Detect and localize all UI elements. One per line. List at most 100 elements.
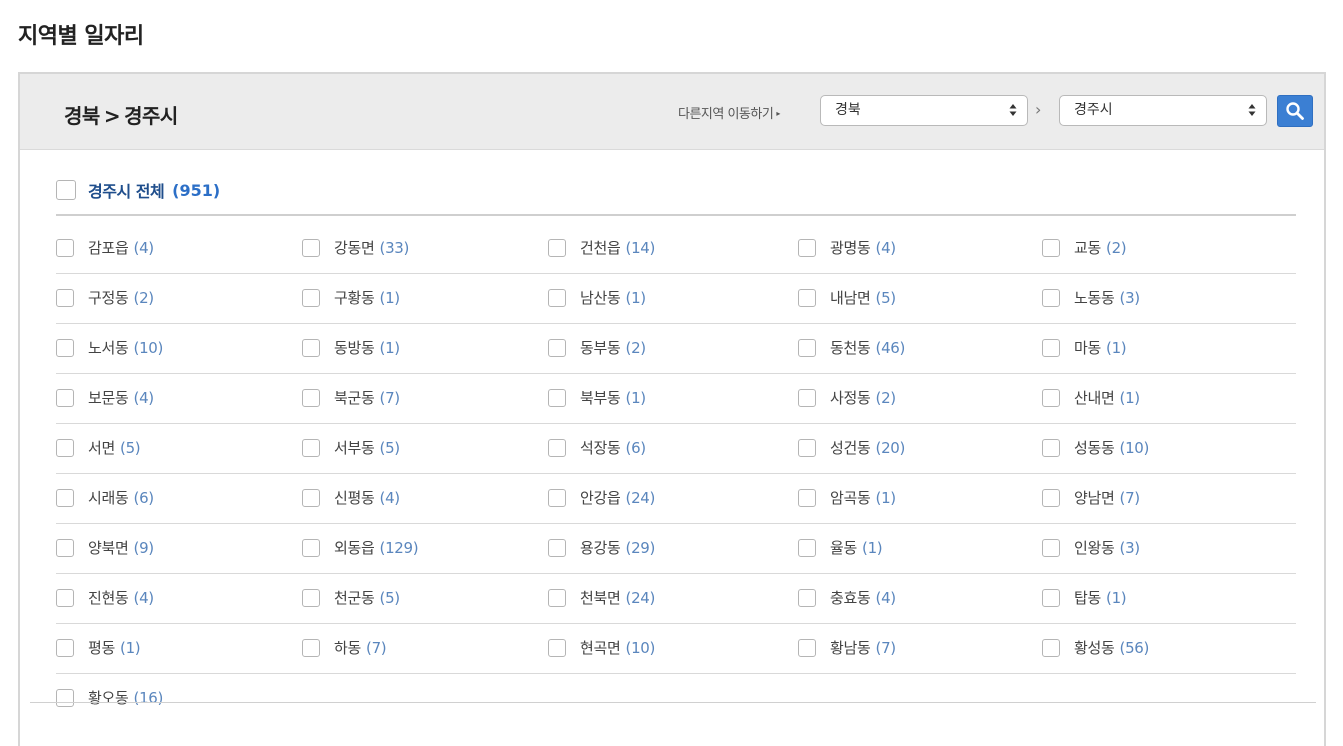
district-item[interactable]: 탑동 (1) bbox=[1042, 587, 1127, 608]
district-checkbox[interactable] bbox=[302, 488, 320, 507]
district-checkbox[interactable] bbox=[1042, 488, 1060, 507]
select-all-row[interactable]: 경주시 전체 (951) bbox=[56, 178, 220, 202]
district-item[interactable]: 시래동 (6) bbox=[56, 487, 154, 508]
district-checkbox[interactable] bbox=[302, 388, 320, 407]
district-item[interactable]: 천북면 (24) bbox=[548, 587, 655, 608]
district-checkbox[interactable] bbox=[798, 338, 816, 357]
district-item[interactable]: 진현동 (4) bbox=[56, 587, 154, 608]
district-checkbox[interactable] bbox=[56, 388, 74, 407]
district-checkbox[interactable] bbox=[1042, 388, 1060, 407]
district-checkbox[interactable] bbox=[798, 288, 816, 307]
district-item[interactable]: 평동 (1) bbox=[56, 637, 141, 658]
district-item[interactable]: 암곡동 (1) bbox=[798, 487, 896, 508]
district-checkbox[interactable] bbox=[302, 638, 320, 657]
district-item[interactable]: 구정동 (2) bbox=[56, 287, 154, 308]
district-item[interactable]: 현곡면 (10) bbox=[548, 637, 655, 658]
district-checkbox[interactable] bbox=[548, 488, 566, 507]
district-item[interactable]: 외동읍 (129) bbox=[302, 537, 419, 558]
district-checkbox[interactable] bbox=[56, 588, 74, 607]
district-item[interactable]: 황남동 (7) bbox=[798, 637, 896, 658]
district-checkbox[interactable] bbox=[56, 338, 74, 357]
district-item[interactable]: 용강동 (29) bbox=[548, 537, 655, 558]
district-item[interactable]: 충효동 (4) bbox=[798, 587, 896, 608]
district-checkbox[interactable] bbox=[1042, 638, 1060, 657]
district-checkbox[interactable] bbox=[798, 238, 816, 257]
district-checkbox[interactable] bbox=[302, 538, 320, 557]
district-item[interactable]: 성건동 (20) bbox=[798, 437, 905, 458]
district-checkbox[interactable] bbox=[56, 638, 74, 657]
search-button[interactable] bbox=[1277, 95, 1313, 127]
district-item[interactable]: 북군동 (7) bbox=[302, 387, 400, 408]
district-item[interactable]: 보문동 (4) bbox=[56, 387, 154, 408]
district-checkbox[interactable] bbox=[548, 388, 566, 407]
district-checkbox[interactable] bbox=[302, 438, 320, 457]
district-checkbox[interactable] bbox=[1042, 338, 1060, 357]
district-item[interactable]: 황성동 (56) bbox=[1042, 637, 1149, 658]
district-item[interactable]: 안강읍 (24) bbox=[548, 487, 655, 508]
district-checkbox[interactable] bbox=[798, 438, 816, 457]
district-checkbox[interactable] bbox=[798, 388, 816, 407]
district-item[interactable]: 산내면 (1) bbox=[1042, 387, 1140, 408]
city-select[interactable]: 경주시 bbox=[1059, 95, 1267, 126]
district-item[interactable]: 신평동 (4) bbox=[302, 487, 400, 508]
district-item[interactable]: 사정동 (2) bbox=[798, 387, 896, 408]
district-item[interactable]: 동부동 (2) bbox=[548, 337, 646, 358]
district-checkbox[interactable] bbox=[548, 438, 566, 457]
district-item[interactable]: 하동 (7) bbox=[302, 637, 387, 658]
district-item[interactable]: 노동동 (3) bbox=[1042, 287, 1140, 308]
district-item[interactable]: 동방동 (1) bbox=[302, 337, 400, 358]
district-item[interactable]: 동천동 (46) bbox=[798, 337, 905, 358]
district-checkbox[interactable] bbox=[798, 538, 816, 557]
district-item[interactable]: 천군동 (5) bbox=[302, 587, 400, 608]
district-checkbox[interactable] bbox=[798, 488, 816, 507]
district-checkbox[interactable] bbox=[798, 638, 816, 657]
province-select[interactable]: 경북 bbox=[820, 95, 1028, 126]
district-item[interactable]: 성동동 (10) bbox=[1042, 437, 1149, 458]
district-item[interactable]: 강동면 (33) bbox=[302, 237, 409, 258]
district-item[interactable]: 서면 (5) bbox=[56, 437, 141, 458]
district-checkbox[interactable] bbox=[56, 538, 74, 557]
district-checkbox[interactable] bbox=[302, 588, 320, 607]
district-item[interactable]: 노서동 (10) bbox=[56, 337, 163, 358]
district-item[interactable]: 남산동 (1) bbox=[548, 287, 646, 308]
district-item[interactable]: 북부동 (1) bbox=[548, 387, 646, 408]
district-checkbox[interactable] bbox=[302, 238, 320, 257]
district-item[interactable]: 율동 (1) bbox=[798, 537, 883, 558]
district-checkbox[interactable] bbox=[1042, 588, 1060, 607]
district-checkbox[interactable] bbox=[56, 488, 74, 507]
district-checkbox[interactable] bbox=[548, 288, 566, 307]
district-checkbox[interactable] bbox=[1042, 538, 1060, 557]
district-item[interactable]: 감포읍 (4) bbox=[56, 237, 154, 258]
district-item[interactable]: 건천읍 (14) bbox=[548, 237, 655, 258]
district-item[interactable]: 내남면 (5) bbox=[798, 287, 896, 308]
district-checkbox[interactable] bbox=[56, 688, 74, 707]
district-checkbox[interactable] bbox=[548, 238, 566, 257]
district-checkbox[interactable] bbox=[548, 588, 566, 607]
district-checkbox[interactable] bbox=[56, 438, 74, 457]
district-item[interactable]: 황오동 (16) bbox=[56, 687, 163, 708]
district-item[interactable]: 마동 (1) bbox=[1042, 337, 1127, 358]
district-checkbox[interactable] bbox=[548, 638, 566, 657]
district-item[interactable]: 교동 (2) bbox=[1042, 237, 1127, 258]
district-item[interactable]: 인왕동 (3) bbox=[1042, 537, 1140, 558]
district-item[interactable]: 양남면 (7) bbox=[1042, 487, 1140, 508]
district-item[interactable]: 서부동 (5) bbox=[302, 437, 400, 458]
district-count: (2) bbox=[133, 288, 155, 307]
district-checkbox[interactable] bbox=[56, 238, 74, 257]
district-checkbox[interactable] bbox=[1042, 438, 1060, 457]
district-checkbox[interactable] bbox=[798, 588, 816, 607]
district-checkbox[interactable] bbox=[1042, 288, 1060, 307]
district-checkbox[interactable] bbox=[548, 538, 566, 557]
district-item[interactable]: 광명동 (4) bbox=[798, 237, 896, 258]
select-all-checkbox[interactable] bbox=[56, 180, 76, 200]
district-checkbox[interactable] bbox=[548, 338, 566, 357]
district-item[interactable]: 양북면 (9) bbox=[56, 537, 154, 558]
district-checkbox[interactable] bbox=[302, 338, 320, 357]
district-name: 북군동 bbox=[334, 389, 375, 407]
district-checkbox[interactable] bbox=[1042, 238, 1060, 257]
district-item[interactable]: 구황동 (1) bbox=[302, 287, 400, 308]
district-checkbox[interactable] bbox=[302, 288, 320, 307]
district-item[interactable]: 석장동 (6) bbox=[548, 437, 646, 458]
district-count: (4) bbox=[133, 388, 155, 407]
district-checkbox[interactable] bbox=[56, 288, 74, 307]
